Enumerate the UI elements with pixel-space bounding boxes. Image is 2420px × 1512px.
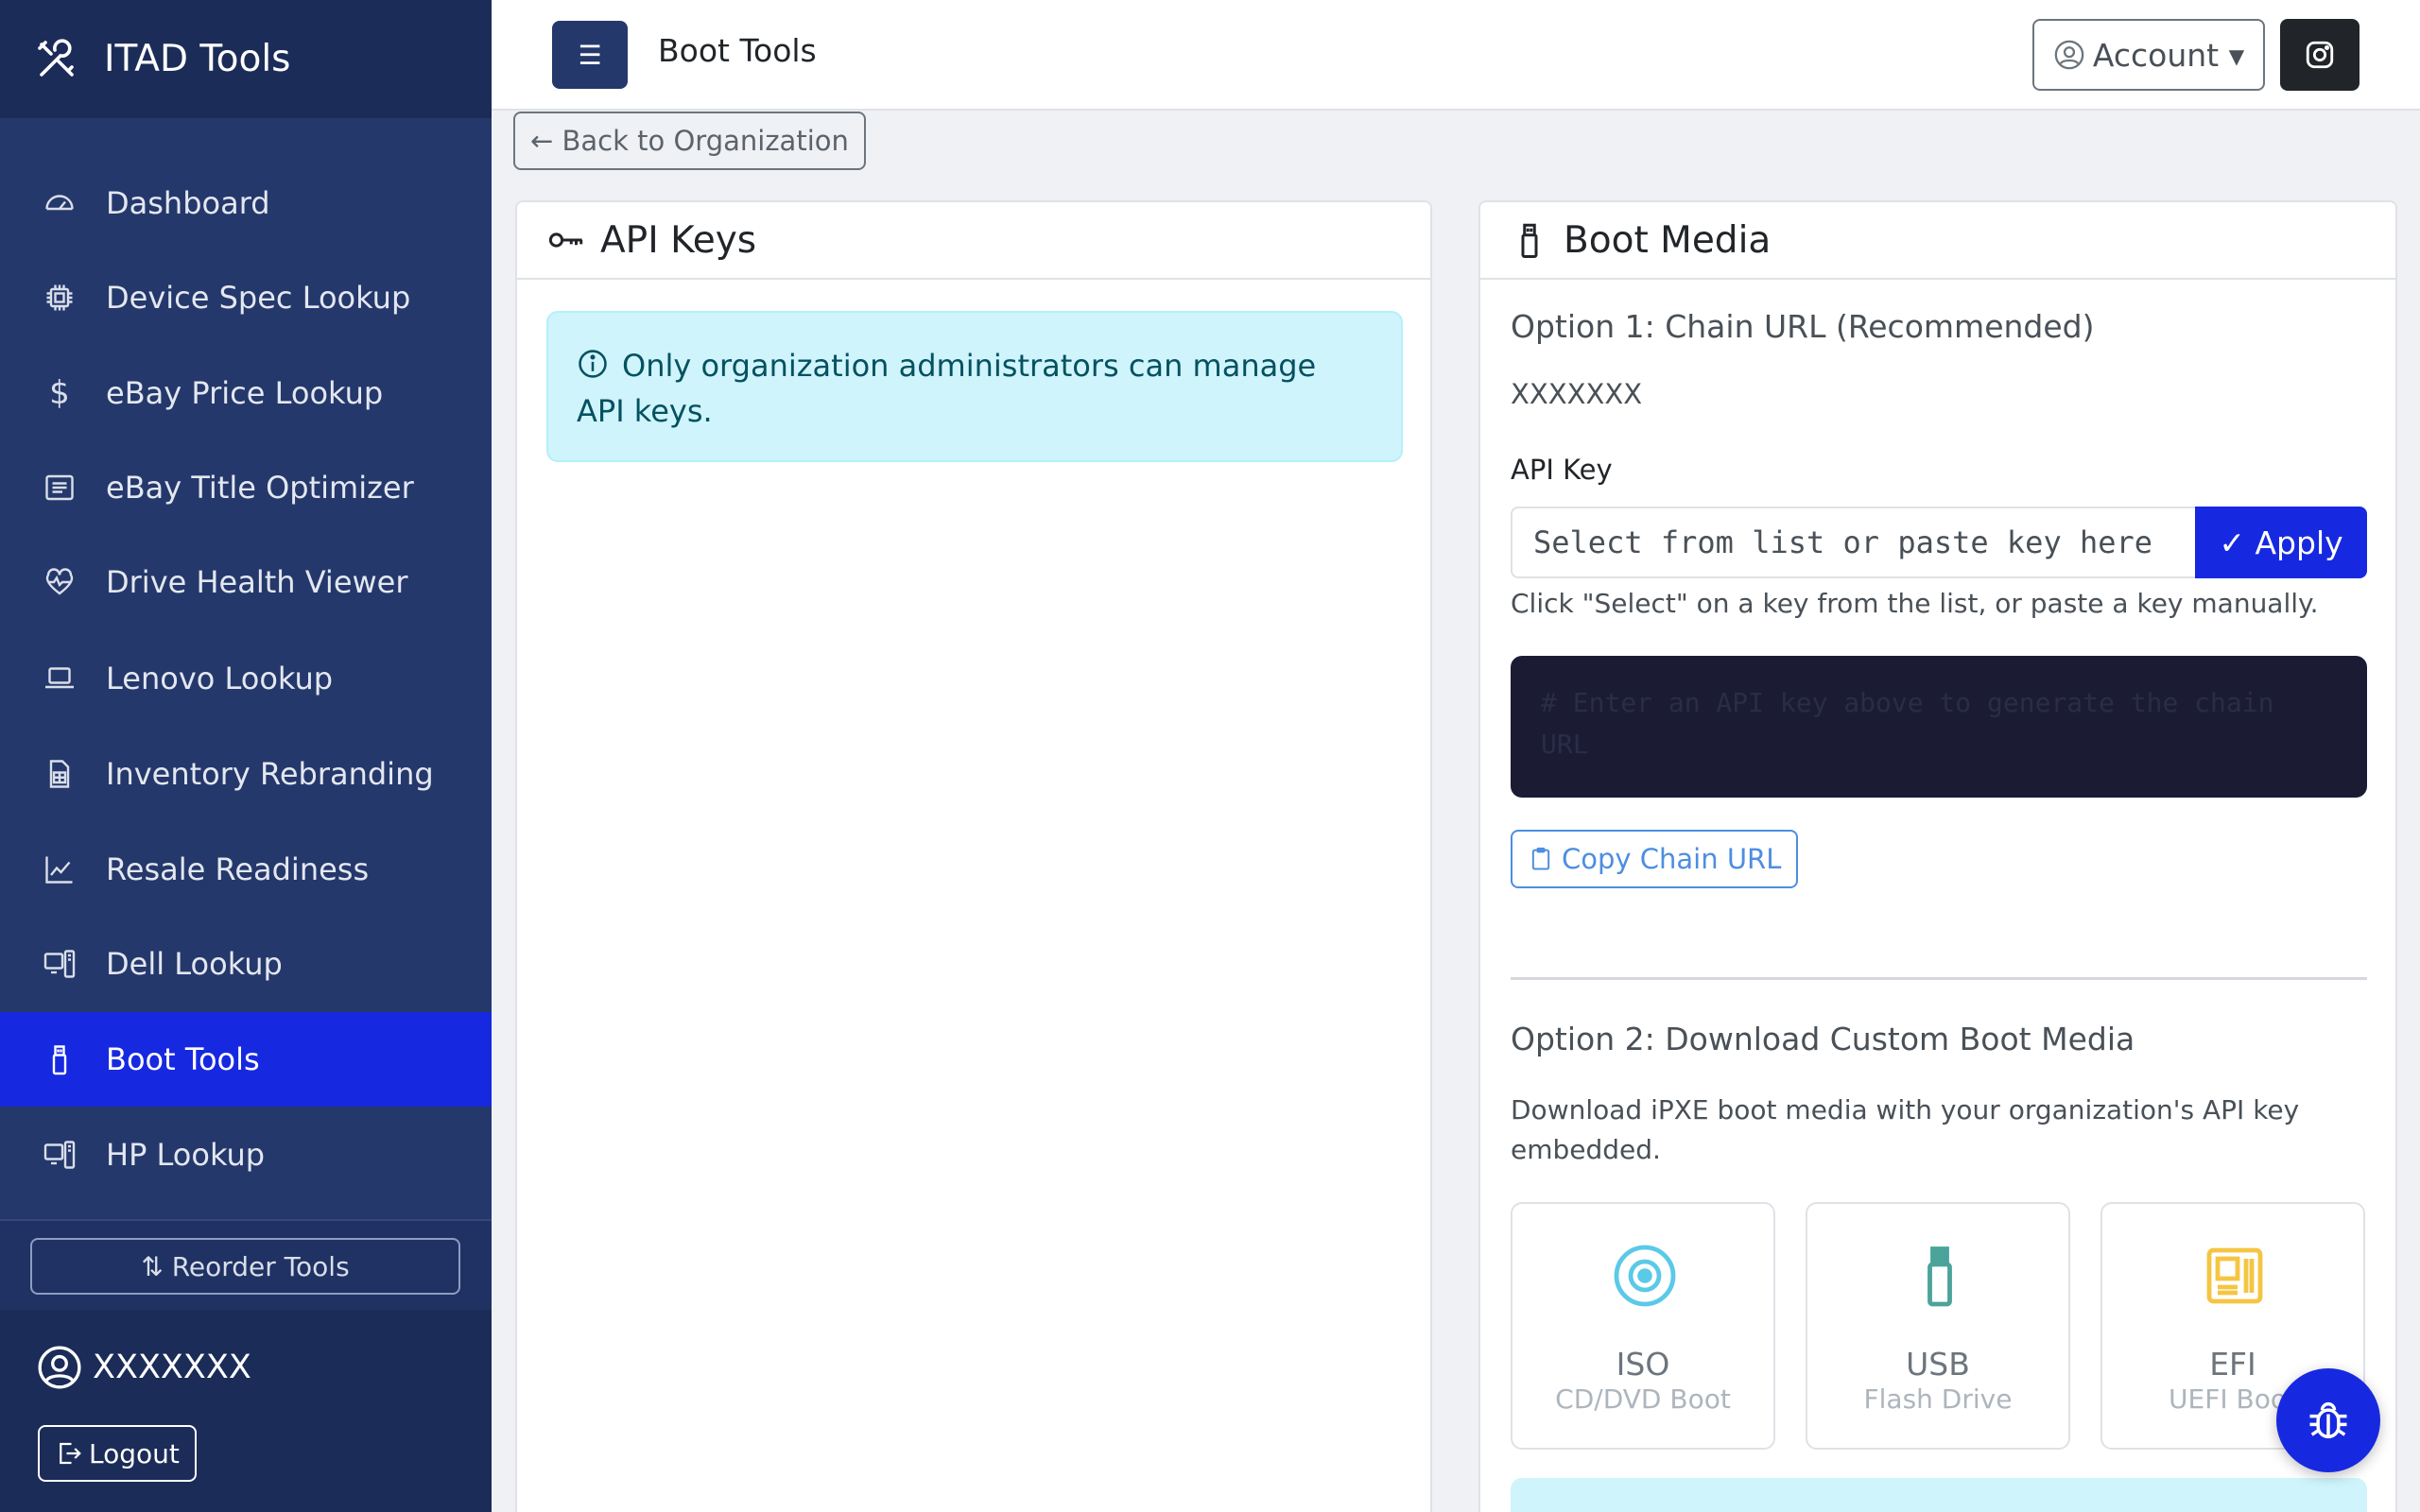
boot-media-title: Boot Media	[1564, 218, 1772, 262]
chain-value: XXXXXXX	[1511, 378, 1643, 410]
top-bar: ☰ Boot Tools Account ▾	[492, 0, 2420, 111]
reorder-area: ⇅ Reorder Tools	[0, 1219, 492, 1310]
reorder-tools-button[interactable]: ⇅ Reorder Tools	[30, 1238, 460, 1295]
sidebar-item-dell-lookup[interactable]: Dell Lookup	[0, 917, 492, 1011]
media-name: USB	[1906, 1346, 1970, 1383]
sidebar-item-device-spec-lookup[interactable]: Device Spec Lookup	[0, 250, 492, 345]
api-keys-title: API Keys	[600, 218, 757, 262]
sidebar-item-drive-health-viewer[interactable]: Drive Health Viewer	[0, 535, 492, 629]
key-icon	[545, 219, 587, 261]
media-subtitle: CD/DVD Boot	[1555, 1383, 1731, 1415]
boot-media-card: Boot Media Option 1: Chain URL (Recommen…	[1478, 200, 2397, 1512]
pc-display-icon	[40, 944, 79, 984]
divider	[1511, 977, 2367, 980]
person-circle-icon	[38, 1346, 81, 1389]
text-card-icon	[40, 468, 79, 507]
apply-button[interactable]: ✓ Apply	[2195, 507, 2367, 578]
api-keys-card: API Keys Only organization administrator…	[515, 200, 1432, 1512]
sidebar-item-label: Lenovo Lookup	[106, 661, 334, 696]
brand-title: ITAD Tools	[104, 38, 291, 80]
iso-download-tile[interactable]: ISO CD/DVD Boot	[1511, 1202, 1775, 1450]
cpu-icon	[40, 278, 79, 318]
download-info-alert	[1511, 1478, 2367, 1512]
bug-report-button[interactable]	[2276, 1368, 2380, 1472]
sidebar-item-label: Boot Tools	[106, 1041, 260, 1077]
copy-chain-url-button[interactable]: Copy Chain URL	[1511, 830, 1799, 888]
dollar-icon: $	[49, 374, 70, 412]
api-keys-header: API Keys	[517, 202, 1430, 280]
brand[interactable]: ITAD Tools	[0, 0, 492, 118]
sidebar-item-label: Device Spec Lookup	[106, 280, 411, 316]
logout-icon	[60, 1442, 81, 1465]
menu-toggle-button[interactable]: ☰	[552, 21, 628, 89]
pc-display-icon	[40, 1135, 79, 1175]
usb-drive-icon	[1927, 1246, 1952, 1307]
api-key-hint: Click "Select" on a key from the list, o…	[1511, 588, 2319, 619]
sidebar-item-label: Inventory Rebranding	[106, 756, 434, 792]
bug-icon	[2309, 1401, 2347, 1439]
api-key-input[interactable]	[1511, 507, 2195, 578]
sidebar-item-inventory-rebranding[interactable]: Inventory Rebranding	[0, 727, 492, 821]
usb-drive-icon	[40, 1040, 79, 1079]
chain-url-code[interactable]: # Enter an API key above to generate the…	[1511, 656, 2367, 798]
laptop-icon	[40, 659, 79, 698]
sidebar-item-label: Resale Readiness	[106, 851, 370, 887]
username: XXXXXXX	[93, 1349, 251, 1386]
sidebar-item-label: Dashboard	[106, 185, 270, 221]
back-to-organization-button[interactable]: ← Back to Organization	[513, 112, 866, 170]
sidebar-item-label: Drive Health Viewer	[106, 564, 408, 600]
instagram-button[interactable]	[2280, 19, 2360, 91]
file-spreadsheet-icon	[40, 754, 79, 794]
info-circle-icon	[579, 350, 607, 378]
sidebar-item-resale-readiness[interactable]: Resale Readiness	[0, 822, 492, 917]
usb-download-tile[interactable]: USB Flash Drive	[1806, 1202, 2070, 1450]
sidebar-item-label: HP Lookup	[106, 1137, 266, 1173]
graph-up-icon	[40, 850, 79, 889]
person-circle-icon	[2054, 40, 2084, 70]
hamburger-icon: ☰	[578, 39, 602, 71]
heart-pulse-icon	[40, 562, 79, 602]
boot-media-header: Boot Media	[1480, 202, 2395, 280]
copy-chain-url-label: Copy Chain URL	[1562, 843, 1782, 875]
sidebar-item-ebay-title-optimizer[interactable]: eBay Title Optimizer	[0, 440, 492, 535]
sidebar-item-label: eBay Price Lookup	[106, 375, 384, 411]
account-label: Account ▾	[2092, 36, 2245, 74]
logout-label: Logout	[89, 1437, 180, 1469]
usb-drive-icon	[1509, 219, 1550, 261]
api-key-label: API Key	[1511, 454, 1613, 486]
admin-only-alert: Only organization administrators can man…	[546, 311, 1403, 462]
motherboard-icon	[2206, 1247, 2263, 1304]
sidebar-item-label: Dell Lookup	[106, 946, 283, 982]
sidebar-item-dashboard[interactable]: Dashboard	[0, 156, 492, 250]
option2-title: Option 2: Download Custom Boot Media	[1511, 1021, 2135, 1057]
user-profile: XXXXXXX	[36, 1344, 251, 1391]
sidebar-item-lenovo-lookup[interactable]: Lenovo Lookup	[0, 631, 492, 726]
admin-only-text: Only organization administrators can man…	[577, 348, 1317, 429]
instagram-icon	[2306, 41, 2334, 69]
user-area: XXXXXXX Logout	[0, 1310, 492, 1512]
option1-title: Option 1: Chain URL (Recommended)	[1511, 308, 2095, 345]
media-name: ISO	[1616, 1346, 1670, 1383]
option2-description: Download iPXE boot media with your organ…	[1511, 1094, 2300, 1165]
logout-button[interactable]: Logout	[38, 1425, 197, 1482]
clipboard-icon	[1531, 847, 1550, 870]
tools-icon	[38, 38, 74, 77]
account-dropdown-button[interactable]: Account ▾	[2032, 19, 2265, 91]
media-subtitle: Flash Drive	[1863, 1383, 2013, 1415]
sidebar-item-boot-tools[interactable]: Boot Tools	[0, 1012, 492, 1107]
speedometer-icon	[40, 183, 79, 223]
sidebar-item-hp-lookup[interactable]: HP Lookup	[0, 1108, 492, 1202]
page-title: Boot Tools	[658, 32, 817, 69]
sidebar-item-label: eBay Title Optimizer	[106, 470, 414, 506]
sidebar-item-ebay-price-lookup[interactable]: $ eBay Price Lookup	[0, 346, 492, 440]
sidebar: ITAD Tools Dashboard Device Spec Lookup …	[0, 0, 492, 1512]
disc-icon	[1614, 1245, 1676, 1307]
